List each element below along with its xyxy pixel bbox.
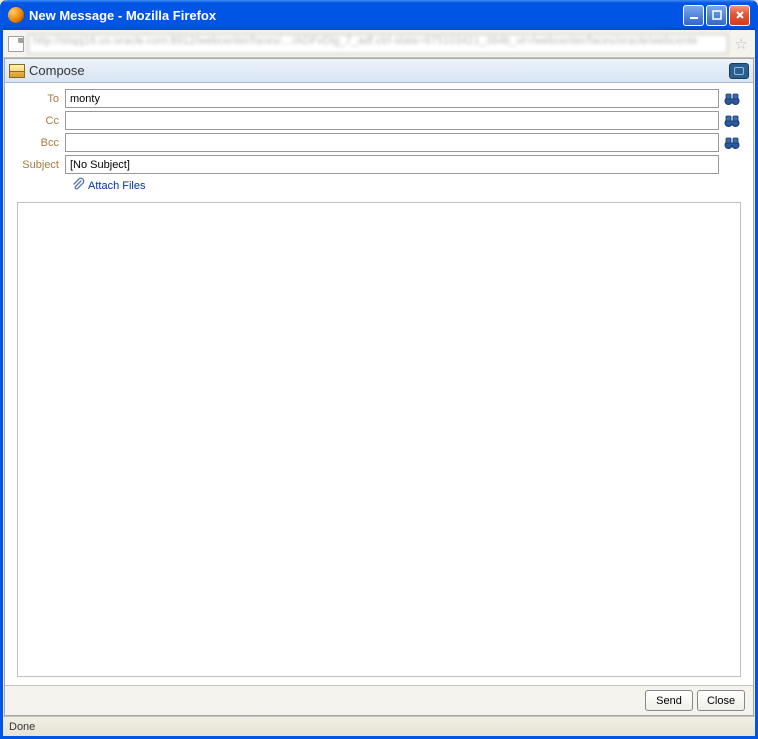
titlebar[interactable]: New Message - Mozilla Firefox: [3, 0, 755, 30]
window-controls: [683, 5, 750, 26]
message-body-textarea[interactable]: [17, 202, 741, 677]
fields-section: To Cc: [5, 83, 753, 202]
attach-files-link[interactable]: Attach Files: [88, 180, 145, 192]
subject-label: Subject: [17, 159, 65, 171]
detach-icon[interactable]: [729, 63, 749, 79]
to-input[interactable]: [65, 89, 719, 108]
page-icon: [8, 36, 24, 52]
url-input[interactable]: http://stapj16.us.oracle.com:8912/webcen…: [28, 34, 728, 54]
bcc-row: Bcc: [17, 133, 741, 152]
bcc-label: Bcc: [17, 137, 65, 149]
paperclip-icon: [71, 177, 85, 194]
cc-label: Cc: [17, 115, 65, 127]
window-frame: New Message - Mozilla Firefox http://sta…: [0, 0, 758, 739]
attach-row: Attach Files: [17, 177, 741, 194]
cc-row: Cc: [17, 111, 741, 130]
firefox-icon: [8, 7, 24, 23]
content-area: Compose To Cc: [4, 58, 754, 716]
binoculars-icon: [724, 114, 740, 128]
minimize-button[interactable]: [683, 5, 704, 26]
to-label: To: [17, 93, 65, 105]
status-text: Done: [9, 721, 35, 733]
cc-input[interactable]: [65, 111, 719, 130]
maximize-button[interactable]: [706, 5, 727, 26]
to-row: To: [17, 89, 741, 108]
bcc-lookup-button[interactable]: [723, 134, 741, 152]
close-window-button[interactable]: [729, 5, 750, 26]
send-button[interactable]: Send: [645, 690, 693, 711]
bookmark-star-icon[interactable]: ☆: [732, 35, 750, 53]
cc-lookup-button[interactable]: [723, 112, 741, 130]
bcc-input[interactable]: [65, 133, 719, 152]
close-button[interactable]: Close: [697, 690, 745, 711]
binoculars-icon: [724, 92, 740, 106]
to-lookup-button[interactable]: [723, 90, 741, 108]
subject-input[interactable]: [65, 155, 719, 174]
subject-row: Subject: [17, 155, 741, 174]
compose-title: Compose: [29, 63, 729, 78]
binoculars-icon: [724, 136, 740, 150]
button-bar: Send Close: [5, 685, 753, 715]
address-bar: http://stapj16.us.oracle.com:8912/webcen…: [3, 30, 755, 58]
window-title: New Message - Mozilla Firefox: [29, 8, 683, 23]
status-bar: Done: [3, 716, 755, 736]
compose-header: Compose: [5, 59, 753, 83]
envelope-icon: [9, 64, 25, 78]
